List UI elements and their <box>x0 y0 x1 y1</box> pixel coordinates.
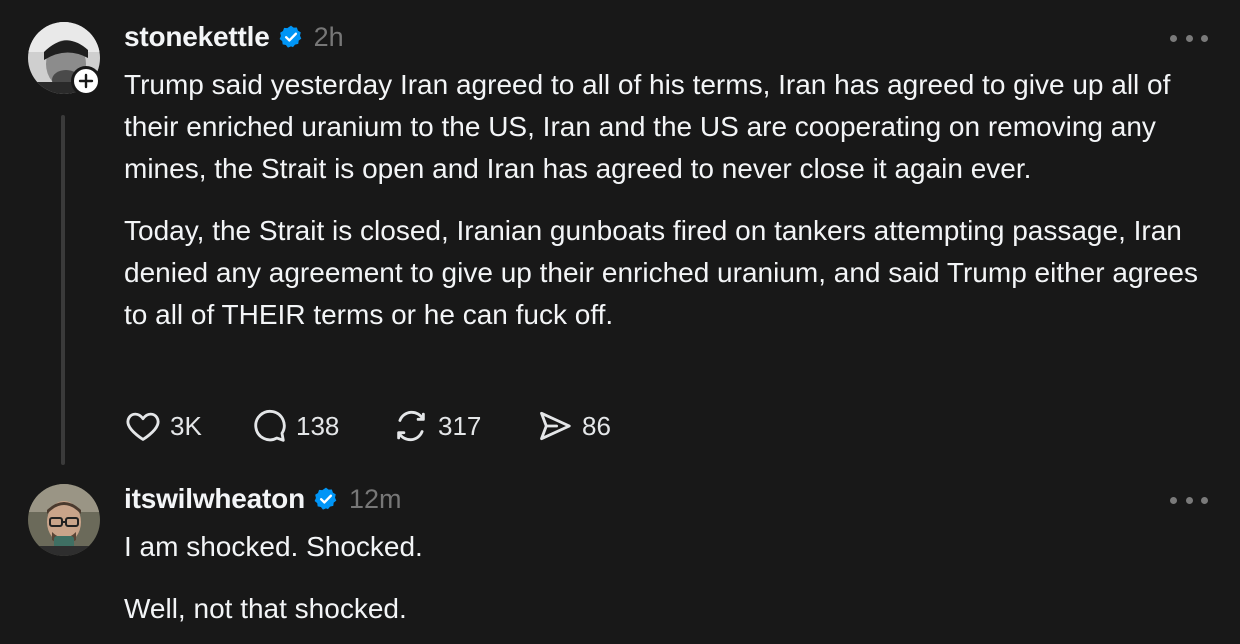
username[interactable]: stonekettle <box>124 21 270 53</box>
avatar[interactable] <box>28 484 100 556</box>
post-body: I am shocked. Shocked. Well, not that sh… <box>124 526 1214 630</box>
post-paragraph: I am shocked. Shocked. <box>124 531 423 562</box>
more-options-icon[interactable] <box>1170 28 1208 48</box>
heart-icon <box>126 412 160 441</box>
avatar-image <box>28 484 100 556</box>
post-paragraph: Today, the Strait is closed, Iranian gun… <box>124 215 1198 330</box>
send-icon <box>540 411 571 441</box>
post-timestamp: 12m <box>348 483 402 514</box>
repost-button[interactable]: 317 <box>392 404 536 448</box>
post-body: Trump said yesterday Iran agreed to all … <box>124 64 1214 336</box>
repost-icon <box>397 410 425 442</box>
follow-plus-button[interactable] <box>71 66 101 96</box>
post-paragraph: Well, not that shocked. <box>124 593 407 624</box>
reply-count: 138 <box>296 410 340 441</box>
post-header: itswilwheaton 12m <box>124 482 402 516</box>
more-options-icon[interactable] <box>1170 490 1208 510</box>
thread-post: stonekettle 2h Trump said yesterday Iran… <box>0 0 1240 470</box>
thread-post: itswilwheaton 12m I am shocked. Shocked.… <box>0 470 1240 644</box>
post-actions: 3K 138 317 86 <box>124 404 626 448</box>
repost-count: 317 <box>438 410 482 441</box>
post-paragraph: Trump said yesterday Iran agreed to all … <box>124 69 1171 184</box>
like-count: 3K <box>170 410 202 441</box>
username[interactable]: itswilwheaton <box>124 483 305 515</box>
comment-icon <box>254 409 286 442</box>
post-timestamp: 2h <box>313 21 344 52</box>
thread-connector-line <box>61 115 65 465</box>
post-header: stonekettle 2h <box>124 20 344 54</box>
share-count: 86 <box>582 410 611 441</box>
reply-button[interactable]: 138 <box>250 404 392 448</box>
verified-badge-icon <box>278 24 304 50</box>
verified-badge-icon <box>313 486 339 512</box>
like-button[interactable]: 3K <box>124 404 250 448</box>
share-button[interactable]: 86 <box>536 404 626 448</box>
plus-icon <box>78 73 94 89</box>
